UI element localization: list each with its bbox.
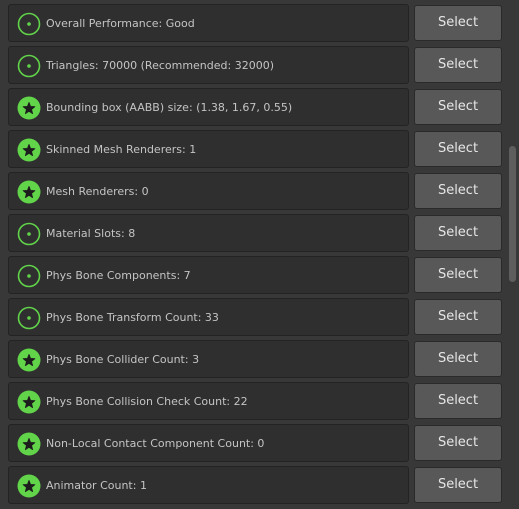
stat-label: Mesh Renderers: 0 bbox=[46, 185, 149, 198]
stat-label: Animator Count: 1 bbox=[46, 479, 147, 492]
stat-label: Bounding box (AABB) size: (1.38, 1.67, 0… bbox=[46, 101, 293, 114]
excellent-star-icon bbox=[17, 432, 41, 456]
stat-info-box: Triangles: 70000 (Recommended: 32000) bbox=[8, 46, 409, 84]
select-button[interactable]: Select bbox=[414, 383, 502, 419]
stat-info-box: Non-Local Contact Component Count: 0 bbox=[8, 424, 409, 462]
select-button[interactable]: Select bbox=[414, 257, 502, 293]
good-icon bbox=[17, 222, 41, 246]
stat-info-box: Phys Bone Collider Count: 3 bbox=[8, 340, 409, 378]
stat-row: Phys Bone Collision Check Count: 22 Selec… bbox=[8, 382, 503, 424]
stat-label: Phys Bone Collision Check Count: 22 bbox=[46, 395, 248, 408]
select-button[interactable]: Select bbox=[414, 47, 502, 83]
stat-info-box: Bounding box (AABB) size: (1.38, 1.67, 0… bbox=[8, 88, 409, 126]
stat-label: Non-Local Contact Component Count: 0 bbox=[46, 437, 265, 450]
stat-row: Bounding box (AABB) size: (1.38, 1.67, 0… bbox=[8, 88, 503, 130]
performance-stats-panel: Overall Performance: Good Select Triangles… bbox=[0, 0, 519, 509]
stat-row: Material Slots: 8 Select bbox=[8, 214, 503, 256]
stat-info-box: Animator Count: 1 bbox=[8, 466, 409, 504]
select-button[interactable]: Select bbox=[414, 467, 502, 503]
stat-row: Triangles: 70000 (Recommended: 32000) Sel… bbox=[8, 46, 503, 88]
stat-row: Phys Bone Collider Count: 3 Select bbox=[8, 340, 503, 382]
good-icon bbox=[17, 54, 41, 78]
stat-info-box: Phys Bone Collision Check Count: 22 bbox=[8, 382, 409, 420]
stat-row: Animator Count: 1 Select bbox=[8, 466, 503, 508]
stat-label: Overall Performance: Good bbox=[46, 17, 195, 30]
select-button[interactable]: Select bbox=[414, 131, 502, 167]
select-button[interactable]: Select bbox=[414, 425, 502, 461]
vertical-scrollbar[interactable] bbox=[506, 0, 519, 509]
excellent-star-icon bbox=[17, 390, 41, 414]
stat-info-box: Mesh Renderers: 0 bbox=[8, 172, 409, 210]
stat-info-box: Material Slots: 8 bbox=[8, 214, 409, 252]
stat-label: Phys Bone Components: 7 bbox=[46, 269, 191, 282]
excellent-star-icon bbox=[17, 474, 41, 498]
stat-label: Phys Bone Transform Count: 33 bbox=[46, 311, 219, 324]
excellent-star-icon bbox=[17, 348, 41, 372]
stats-list: Overall Performance: Good Select Triangles… bbox=[8, 4, 503, 508]
select-button[interactable]: Select bbox=[414, 173, 502, 209]
stat-row: Skinned Mesh Renderers: 1 Select bbox=[8, 130, 503, 172]
good-icon bbox=[17, 306, 41, 330]
stat-row: Mesh Renderers: 0 Select bbox=[8, 172, 503, 214]
good-icon bbox=[17, 264, 41, 288]
stat-label: Material Slots: 8 bbox=[46, 227, 136, 240]
select-button[interactable]: Select bbox=[414, 89, 502, 125]
stat-info-box: Phys Bone Components: 7 bbox=[8, 256, 409, 294]
scrollbar-thumb[interactable] bbox=[509, 146, 516, 282]
stat-info-box: Overall Performance: Good bbox=[8, 4, 409, 42]
stat-row: Phys Bone Components: 7 Select bbox=[8, 256, 503, 298]
stat-label: Skinned Mesh Renderers: 1 bbox=[46, 143, 197, 156]
excellent-star-icon bbox=[17, 180, 41, 204]
stat-row: Phys Bone Transform Count: 33 Select bbox=[8, 298, 503, 340]
excellent-star-icon bbox=[17, 138, 41, 162]
stat-row: Overall Performance: Good Select bbox=[8, 4, 503, 46]
stat-label: Triangles: 70000 (Recommended: 32000) bbox=[46, 59, 274, 72]
stat-label: Phys Bone Collider Count: 3 bbox=[46, 353, 200, 366]
select-button[interactable]: Select bbox=[414, 341, 502, 377]
good-icon bbox=[17, 12, 41, 36]
stat-info-box: Phys Bone Transform Count: 33 bbox=[8, 298, 409, 336]
stat-row: Non-Local Contact Component Count: 0 Sele… bbox=[8, 424, 503, 466]
select-button[interactable]: Select bbox=[414, 215, 502, 251]
select-button[interactable]: Select bbox=[414, 299, 502, 335]
stat-info-box: Skinned Mesh Renderers: 1 bbox=[8, 130, 409, 168]
select-button[interactable]: Select bbox=[414, 5, 502, 41]
excellent-star-icon bbox=[17, 96, 41, 120]
